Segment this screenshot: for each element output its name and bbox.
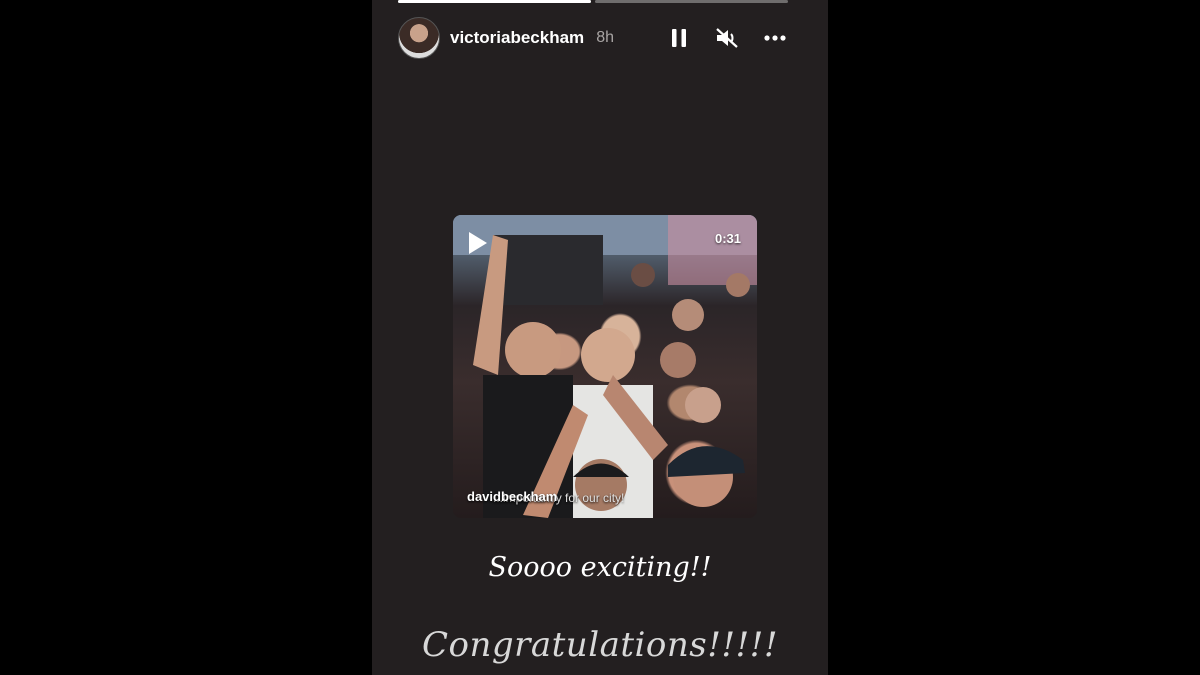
progress-segment [398, 0, 591, 3]
timestamp: 8h [596, 29, 614, 46]
story-text-congratulations: Congratulations!!!!! [421, 625, 779, 665]
mute-icon[interactable] [714, 25, 740, 51]
progress-segment [595, 0, 788, 3]
story-progress-bar [398, 0, 788, 3]
crowd-photo [453, 215, 757, 518]
post-username[interactable]: davidbeckham [467, 489, 557, 504]
username[interactable]: victoriabeckham [450, 28, 584, 48]
story-controls [666, 25, 788, 51]
more-icon[interactable] [762, 25, 788, 51]
pause-icon[interactable] [666, 25, 692, 51]
story-header: victoriabeckham 8h [398, 17, 790, 59]
play-icon[interactable] [467, 230, 489, 256]
story-viewer[interactable]: victoriabeckham 8h 0:31 ...importantly f… [372, 0, 828, 675]
shared-video-post[interactable]: 0:31 ...importantly for our city! davidb… [453, 215, 757, 518]
story-text-exciting: Soooo exciting!! [488, 552, 712, 583]
avatar[interactable] [398, 17, 440, 59]
video-duration: 0:31 [714, 231, 741, 246]
